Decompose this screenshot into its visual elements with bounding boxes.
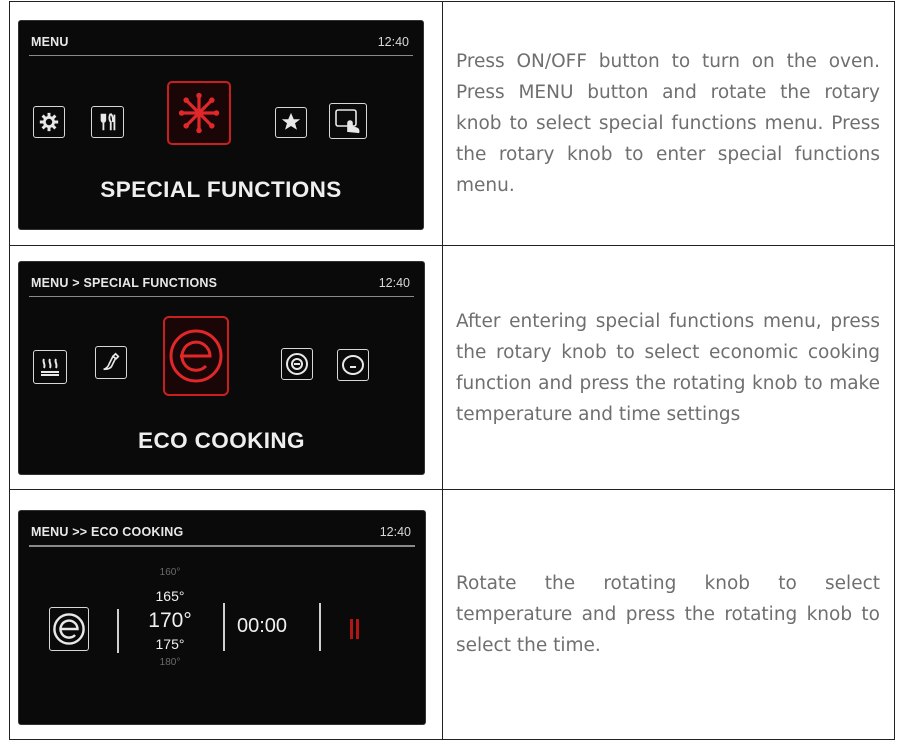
cutlery-icon (91, 105, 124, 138)
instruction-table: MENU 12:40 SPECIAL FUNCTIONS Press ON/OF… (9, 1, 895, 740)
header-divider (29, 295, 414, 297)
instruction-row: MENU >> ECO COOKING 12:40 160° 165° 170°… (9, 489, 895, 740)
temperature-option: 175° (155, 636, 185, 652)
screen-header: MENU >> ECO COOKING (31, 525, 184, 539)
temperature-option: 165° (155, 588, 185, 604)
menu-caption: ECO COOKING (138, 427, 305, 453)
star-icon (275, 106, 307, 138)
cleaning-icon (95, 345, 127, 379)
screen-clock: 12:40 (378, 275, 410, 290)
screen-cell: MENU >> ECO COOKING 12:40 160° 165° 170°… (9, 489, 443, 740)
pause-icon (349, 619, 363, 639)
instruction-text: Rotate the rotating knob to select tempe… (442, 489, 895, 740)
oven-display-menu: MENU 12:40 SPECIAL FUNCTIONS (19, 20, 423, 229)
screen-header: MENU > SPECIAL FUNCTIONS (31, 275, 218, 290)
eco-icon (49, 607, 89, 651)
screen-header: MENU (31, 34, 69, 49)
screen-cell: MENU 12:40 SPECIAL FUNCTIONS (9, 1, 443, 246)
instruction-text: After entering special functions menu, p… (442, 245, 895, 490)
separator (223, 603, 225, 651)
screen-clock: 12:40 (379, 525, 411, 539)
menu-caption: SPECIAL FUNCTIONS (100, 176, 342, 202)
dish-icon (337, 348, 369, 381)
plate-icon (281, 347, 313, 380)
separator (319, 603, 321, 651)
temperature-option: 160° (159, 567, 181, 578)
gear-icon (33, 105, 65, 138)
heating-icon (33, 349, 67, 384)
screen-clock: 12:40 (377, 34, 409, 49)
instruction-text: Press ON/OFF button to turn on the oven.… (442, 1, 895, 246)
temperature-option: 180° (159, 657, 181, 668)
oven-display-eco-cooking: MENU >> ECO COOKING 12:40 160° 165° 170°… (19, 511, 425, 724)
instruction-row: MENU > SPECIAL FUNCTIONS 12:40 ECO COOKI… (9, 245, 895, 490)
screen-cell: MENU > SPECIAL FUNCTIONS 12:40 ECO COOKI… (9, 245, 443, 490)
instruction-row: MENU 12:40 SPECIAL FUNCTIONS Press ON/OF… (9, 1, 895, 246)
hand-touch-icon (329, 102, 367, 139)
header-divider (29, 545, 415, 547)
snowflake-icon (167, 80, 231, 145)
separator (117, 609, 119, 653)
eco-icon (163, 315, 229, 396)
oven-display-special-functions: MENU > SPECIAL FUNCTIONS 12:40 ECO COOKI… (19, 261, 424, 474)
selected-temperature: 170° (148, 609, 192, 632)
time-readout: 00:00 (237, 615, 288, 637)
header-divider (29, 54, 413, 56)
